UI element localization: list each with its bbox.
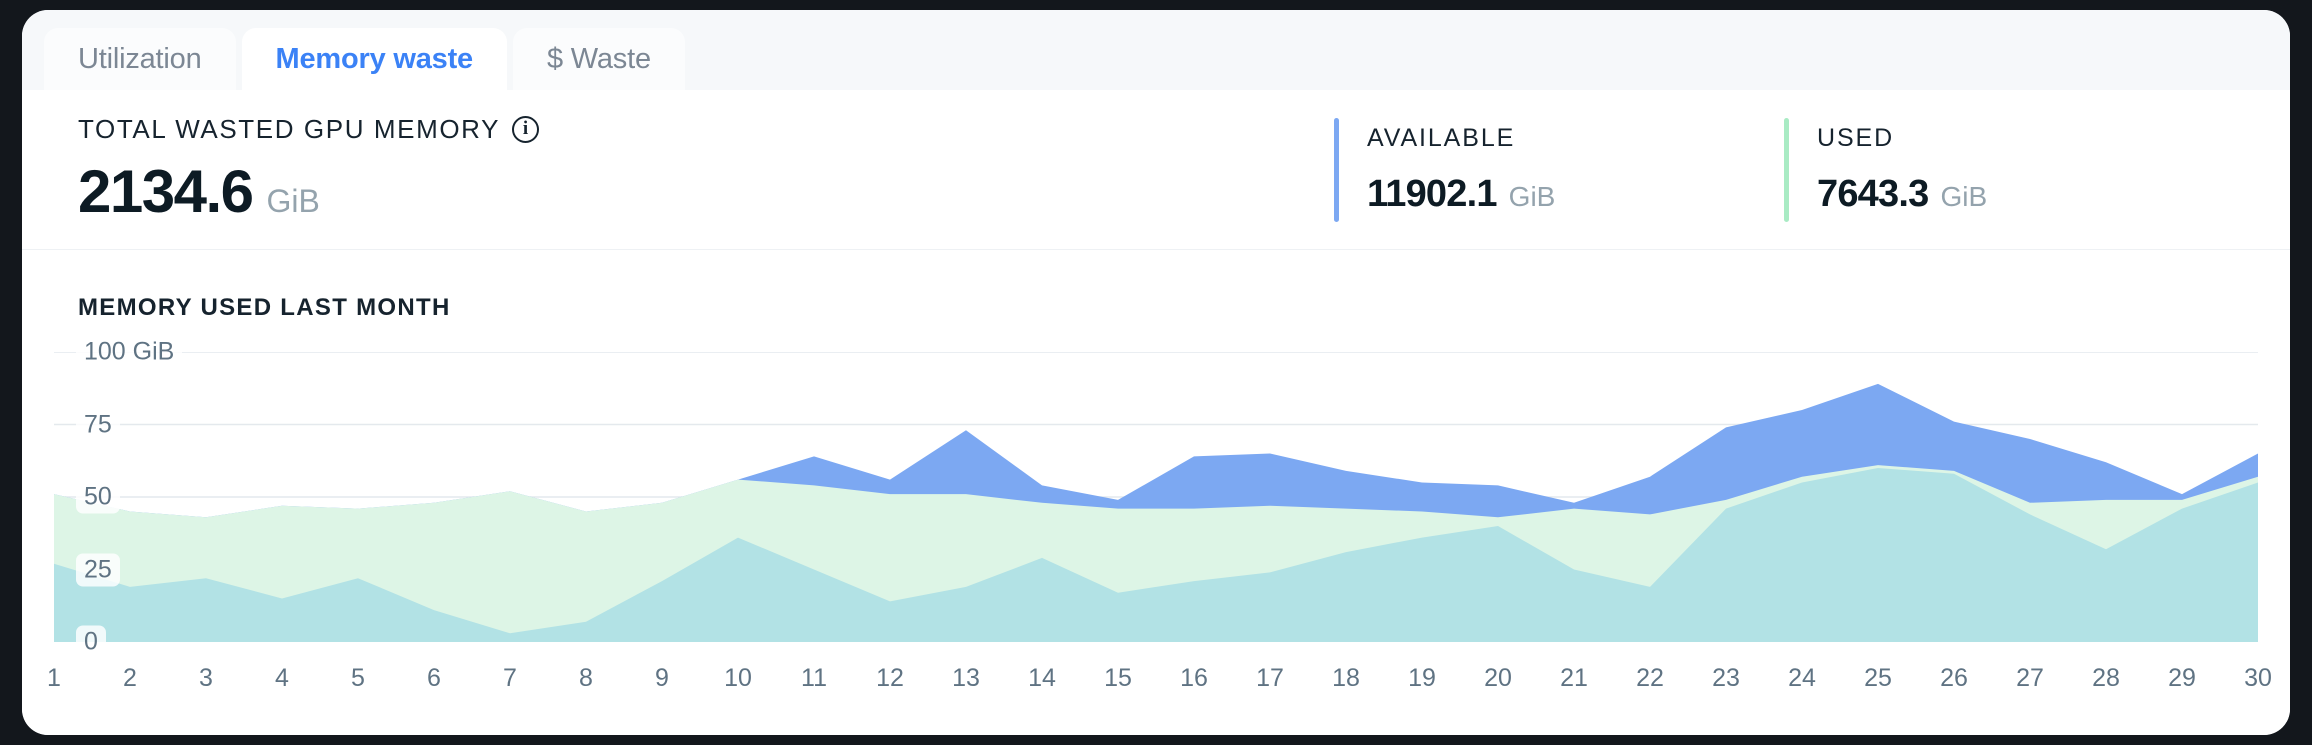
stat-value: 2134.6 (78, 157, 254, 225)
tab-dollar-waste[interactable]: $ Waste (512, 28, 685, 90)
tab-memory-waste[interactable]: Memory waste (241, 28, 507, 90)
stat-value-row: 2134.6 GiB (78, 157, 539, 226)
stat-label: TOTAL WASTED GPU MEMORY (78, 113, 501, 144)
x-axis-tick-label: 4 (275, 664, 289, 692)
x-axis-tick-label: 6 (427, 664, 441, 692)
x-axis-tick-label: 22 (1636, 664, 1664, 692)
x-axis-tick-label: 21 (1560, 664, 1588, 692)
available-label: AVAILABLE (1367, 123, 1516, 152)
x-axis-tick-label: 13 (952, 664, 980, 692)
x-axis-tick-label: 2 (123, 664, 137, 692)
x-axis-tick-label: 16 (1180, 664, 1208, 692)
x-axis-tick-label: 24 (1788, 664, 1816, 692)
chart-plot-area: 0 25 50 75 100 GiB (54, 335, 2258, 659)
x-axis-tick-label: 20 (1484, 664, 1512, 692)
available-unit: GiB (1508, 180, 1556, 212)
used-stat-body: USED 7643.3 GiB (1789, 118, 1987, 222)
chart-title: MEMORY USED LAST MONTH (78, 294, 451, 321)
x-axis-tick-label: 3 (199, 664, 213, 692)
tab-bar: Utilization Memory waste $ Waste (22, 10, 2290, 90)
side-stats: AVAILABLE 11902.1 GiB USED 7643.3 GiB (1334, 117, 2290, 222)
x-axis-tick-label: 9 (655, 664, 669, 692)
info-icon[interactable]: i (512, 115, 540, 143)
used-value-row: 7643.3 GiB (1817, 173, 1987, 216)
tab-label: Utilization (78, 42, 202, 75)
available-value: 11902.1 (1367, 172, 1497, 215)
x-axis-tick-label: 14 (1028, 664, 1056, 692)
tab-label: Memory waste (275, 42, 474, 75)
stat-label-row: TOTAL WASTED GPU MEMORY i (78, 113, 540, 145)
tab-label: $ Waste (546, 42, 651, 75)
used-stat: USED 7643.3 GiB (1784, 117, 2234, 222)
used-label: USED (1817, 123, 1895, 152)
x-axis-tick-label: 11 (801, 664, 827, 692)
x-axis-tick-label: 26 (1940, 664, 1968, 692)
x-axis-tick-label: 1 (47, 664, 61, 692)
used-value: 7643.3 (1817, 172, 1929, 215)
available-stat-body: AVAILABLE 11902.1 GiB (1339, 118, 1555, 222)
tab-utilization[interactable]: Utilization (44, 28, 236, 90)
x-axis-tick-label: 18 (1332, 664, 1360, 692)
summary-stats-band: TOTAL WASTED GPU MEMORY i 2134.6 GiB AVA… (22, 90, 2290, 250)
x-axis-tick-label: 12 (876, 664, 904, 692)
x-axis-tick-label: 10 (724, 664, 752, 692)
panel-window: Utilization Memory waste $ Waste TOTAL W… (22, 10, 2290, 735)
total-wasted-gpu-memory-stat: TOTAL WASTED GPU MEMORY i 2134.6 GiB (22, 113, 540, 226)
x-axis-tick-label: 8 (579, 664, 593, 692)
x-axis-tick-label: 29 (2168, 664, 2196, 692)
chart-panel: MEMORY USED LAST MONTH 0 25 50 75 100 GiB 12… (22, 250, 2290, 735)
x-axis-tick-label: 27 (2016, 664, 2044, 692)
x-axis-tick-label: 7 (503, 664, 517, 692)
available-stat: AVAILABLE 11902.1 GiB (1334, 117, 1784, 222)
x-axis-tick-label: 30 (2244, 664, 2272, 692)
x-axis-ticks: 1 2 3 4 5 6 7 8 9 10 11 12 13 14 15 16 17 18 19 20 21 22 23 24 2… (47, 656, 2272, 706)
x-axis-tick-label: 17 (1256, 664, 1284, 692)
used-unit: GiB (1940, 180, 1988, 212)
x-axis-tick-label: 15 (1104, 664, 1132, 692)
x-axis-tick-label: 23 (1712, 664, 1740, 692)
x-axis-tick-label: 19 (1408, 664, 1436, 692)
x-axis-tick-label: 25 (1864, 664, 1892, 692)
available-value-row: 11902.1 GiB (1367, 173, 1555, 216)
x-axis-tick-label: 28 (2092, 664, 2120, 692)
x-axis-tick-label: 5 (351, 664, 365, 692)
stat-unit: GiB (266, 182, 320, 219)
area-chart-svg (54, 352, 2258, 642)
